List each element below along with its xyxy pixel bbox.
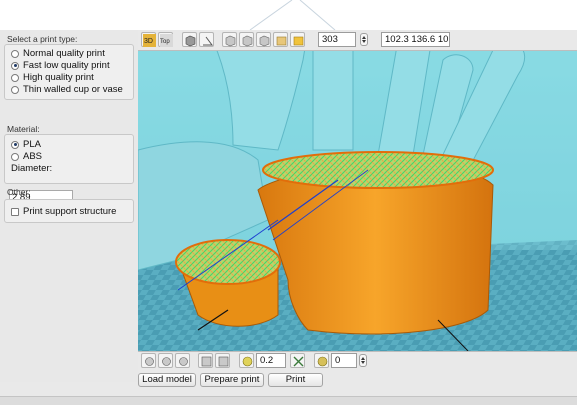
action-bar: Load model Prepare print Print <box>138 370 577 390</box>
rotate-icon[interactable] <box>314 353 329 368</box>
radio-normal[interactable] <box>11 49 19 58</box>
rotate-stepper[interactable] <box>359 354 367 367</box>
layer-view-icon[interactable] <box>256 32 271 47</box>
print-type-option-vase[interactable]: Thin walled cup or vase <box>11 84 123 95</box>
cube-icon[interactable] <box>182 32 197 47</box>
other-title: Other: <box>7 187 31 197</box>
support-checkbox-row[interactable]: Print support structure <box>11 206 116 217</box>
support-checkbox[interactable] <box>11 207 19 216</box>
3d-view-icon[interactable]: 3D <box>141 32 156 47</box>
print-button[interactable]: Print <box>268 373 323 387</box>
option-label: Normal quality print <box>23 48 105 59</box>
print-type-option-fast[interactable]: Fast low quality print <box>11 60 110 71</box>
mirror-xz-icon[interactable] <box>198 353 213 368</box>
layer-view-icon[interactable] <box>239 32 254 47</box>
prepare-print-button[interactable]: Prepare print <box>200 373 264 387</box>
lay-flat-icon[interactable] <box>290 353 305 368</box>
layer-stepper[interactable] <box>360 33 368 46</box>
rotate-x-icon[interactable] <box>141 353 156 368</box>
scene-render <box>137 28 577 352</box>
layer-input[interactable]: 303 <box>318 32 356 47</box>
angle-icon[interactable] <box>199 32 214 47</box>
3d-viewport[interactable] <box>137 28 577 352</box>
mirror-yz-icon[interactable] <box>215 353 230 368</box>
radio-vase[interactable] <box>11 85 19 94</box>
model-view-icon[interactable] <box>290 32 305 47</box>
option-label: Fast low quality print <box>23 60 110 71</box>
top-view-icon[interactable]: Top <box>158 32 173 47</box>
support-label: Print support structure <box>23 206 117 217</box>
svg-text:3D: 3D <box>144 38 153 45</box>
material-option-pla[interactable]: PLA <box>11 139 41 150</box>
toolpath-view-icon[interactable] <box>273 32 288 47</box>
svg-text:Top: Top <box>160 39 170 45</box>
radio-pla[interactable] <box>11 140 19 149</box>
print-type-title: Select a print type: <box>7 34 78 44</box>
rotate-y-icon[interactable] <box>158 353 173 368</box>
radio-high[interactable] <box>11 73 19 82</box>
window-top-area <box>0 0 577 30</box>
rotate-input[interactable]: 0 <box>331 353 357 368</box>
option-label: ABS <box>23 151 43 162</box>
option-label: High quality print <box>23 72 94 83</box>
other-box: Print support structure <box>4 199 134 223</box>
load-model-button[interactable]: Load model <box>138 373 196 387</box>
title-decoration <box>249 0 336 30</box>
rotate-z-icon[interactable] <box>175 353 190 368</box>
diameter-label: Diameter: <box>11 163 53 174</box>
view-toolbar: 3D Top 303 102.3 136.6 10 <box>138 30 577 51</box>
radio-abs[interactable] <box>11 152 19 161</box>
print-type-option-normal[interactable]: Normal quality print <box>11 48 105 59</box>
scale-icon[interactable] <box>239 353 254 368</box>
radio-fast[interactable] <box>11 61 19 70</box>
settings-panel: Select a print type: Normal quality prin… <box>0 30 138 382</box>
dimensions-field[interactable]: 102.3 136.6 10 <box>381 32 450 47</box>
option-label: Thin walled cup or vase <box>23 84 123 95</box>
material-option-abs[interactable]: ABS <box>11 151 42 162</box>
material-box: PLA ABS Diameter: <box>4 134 134 184</box>
print-type-box: Normal quality print Fast low quality pr… <box>4 44 134 100</box>
scale-input[interactable]: 0.2 <box>256 353 286 368</box>
layer-view-icon[interactable] <box>222 32 237 47</box>
transform-toolbar: 0.2 0 <box>138 351 577 370</box>
option-label: PLA <box>23 139 41 150</box>
print-type-option-high[interactable]: High quality print <box>11 72 94 83</box>
